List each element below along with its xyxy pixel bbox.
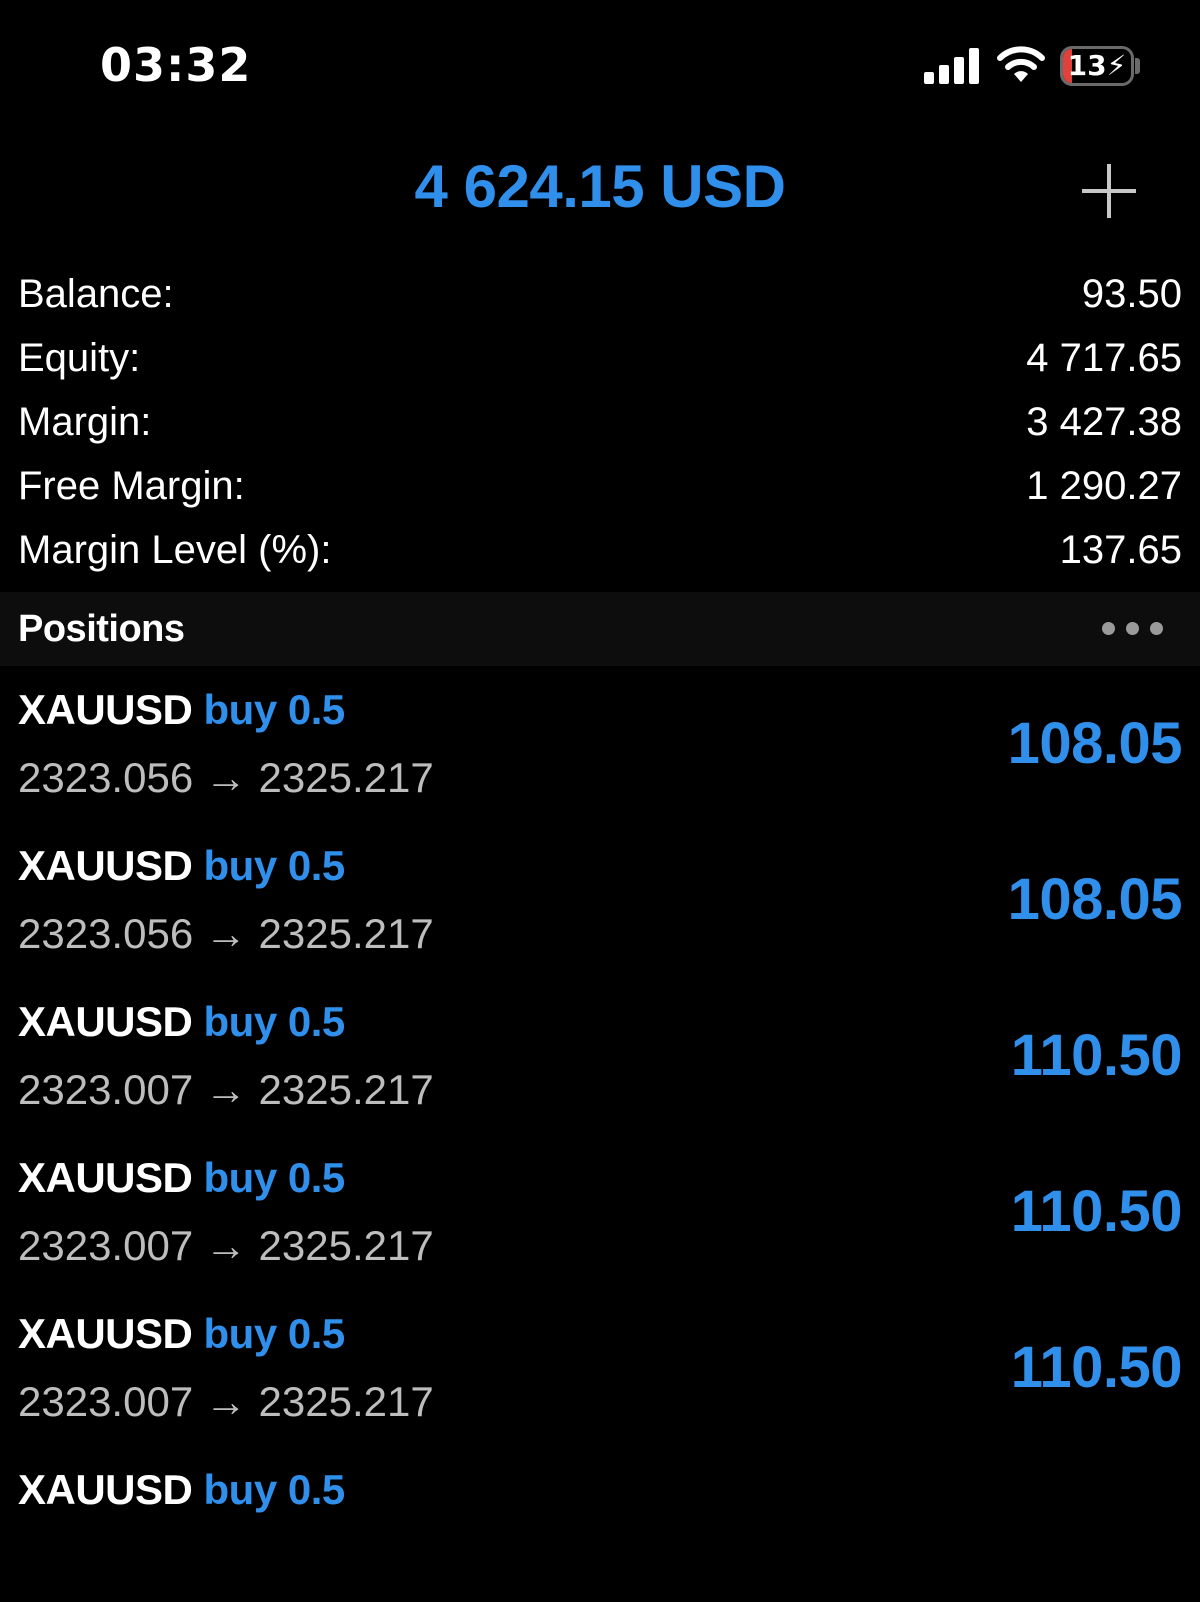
summary-value: 93.50 bbox=[1081, 272, 1182, 316]
positions-title: Positions bbox=[18, 608, 185, 650]
position-prices: 2323.007 → 2325.217 bbox=[18, 1378, 434, 1425]
position-row[interactable]: XAUUSD buy 0.5 2323.056 → 2325.217 108.0… bbox=[0, 666, 1200, 822]
summary-value: 1 290.27 bbox=[1026, 464, 1182, 508]
position-symbol: XAUUSD bbox=[18, 842, 193, 889]
position-profit: 110.50 bbox=[1010, 1335, 1183, 1400]
summary-label: Free Margin: bbox=[18, 464, 245, 508]
account-total: 4 624.15 USD bbox=[414, 153, 786, 220]
position-symbol: XAUUSD bbox=[18, 998, 193, 1045]
plus-icon[interactable] bbox=[1080, 162, 1138, 220]
more-dots-icon[interactable] bbox=[1100, 620, 1166, 638]
signal-icon bbox=[924, 48, 979, 84]
position-row[interactable]: XAUUSD buy 0.5 2323.007 → 2325.217 110.5… bbox=[0, 1290, 1200, 1446]
position-side: buy 0.5 bbox=[203, 686, 346, 733]
battery-charging-icon: 13⚡ bbox=[1060, 46, 1134, 86]
position-symbol: XAUUSD bbox=[18, 686, 193, 733]
position-row[interactable]: XAUUSD buy 0.5 2323.007 → 2325.217 110.5… bbox=[0, 1134, 1200, 1290]
position-profit: 110.50 bbox=[1010, 1179, 1183, 1244]
position-profit: 110.50 bbox=[1010, 1023, 1183, 1088]
position-prices: 2323.056 → 2325.217 bbox=[18, 754, 434, 801]
battery-level-label: 13⚡ bbox=[1067, 49, 1127, 82]
position-title: XAUUSD buy 0.5 bbox=[18, 838, 345, 894]
position-side: buy 0.5 bbox=[203, 1310, 346, 1357]
position-title: XAUUSD buy 0.5 bbox=[18, 1306, 345, 1362]
position-profit: 108.05 bbox=[1007, 711, 1183, 776]
position-prices: 2323.056 → 2325.217 bbox=[18, 910, 434, 957]
summary-row-free-margin: Free Margin: 1 290.27 bbox=[18, 454, 1182, 518]
position-symbol: XAUUSD bbox=[18, 1154, 193, 1201]
summary-row-balance: Balance: 93.50 bbox=[18, 262, 1182, 326]
summary-value: 4 717.65 bbox=[1026, 336, 1182, 380]
position-title: XAUUSD buy 0.5 bbox=[18, 682, 345, 738]
summary-row-margin: Margin: 3 427.38 bbox=[18, 390, 1182, 454]
summary-row-margin-level: Margin Level (%): 137.65 bbox=[18, 518, 1182, 582]
position-row[interactable]: XAUUSD buy 0.5 2323.056 → 2325.217 108.0… bbox=[0, 822, 1200, 978]
position-profit: 108.05 bbox=[1007, 867, 1183, 932]
summary-label: Margin Level (%): bbox=[18, 528, 332, 572]
position-side: buy 0.5 bbox=[203, 1154, 346, 1201]
position-row[interactable]: XAUUSD buy 0.5 2323.007 → 2325.217 110.5… bbox=[0, 978, 1200, 1134]
summary-label: Balance: bbox=[18, 272, 174, 316]
position-row[interactable]: XAUUSD buy 0.5 bbox=[0, 1446, 1200, 1602]
position-prices: 2323.007 → 2325.217 bbox=[18, 1066, 434, 1113]
summary-label: Margin: bbox=[18, 400, 152, 444]
position-title: XAUUSD buy 0.5 bbox=[18, 1150, 345, 1206]
position-prices: 2323.007 → 2325.217 bbox=[18, 1222, 434, 1269]
status-time: 03:32 bbox=[100, 38, 252, 92]
positions-list: XAUUSD buy 0.5 2323.056 → 2325.217 108.0… bbox=[0, 666, 1200, 1602]
position-side: buy 0.5 bbox=[203, 842, 346, 889]
summary-value: 137.65 bbox=[1059, 528, 1182, 572]
summary-row-equity: Equity: 4 717.65 bbox=[18, 326, 1182, 390]
position-title: XAUUSD buy 0.5 bbox=[18, 1462, 345, 1518]
position-symbol: XAUUSD bbox=[18, 1310, 193, 1357]
wifi-icon bbox=[997, 46, 1045, 82]
account-summary: Balance: 93.50 Equity: 4 717.65 Margin: … bbox=[18, 262, 1182, 582]
summary-label: Equity: bbox=[18, 336, 141, 380]
position-symbol: XAUUSD bbox=[18, 1466, 193, 1513]
positions-header: Positions bbox=[0, 592, 1200, 666]
position-side: buy 0.5 bbox=[203, 998, 346, 1045]
position-title: XAUUSD buy 0.5 bbox=[18, 994, 345, 1050]
position-side: buy 0.5 bbox=[203, 1466, 346, 1513]
summary-value: 3 427.38 bbox=[1026, 400, 1182, 444]
status-bar: 03:32 13⚡ bbox=[0, 0, 1200, 130]
battery-tip bbox=[1135, 58, 1140, 74]
